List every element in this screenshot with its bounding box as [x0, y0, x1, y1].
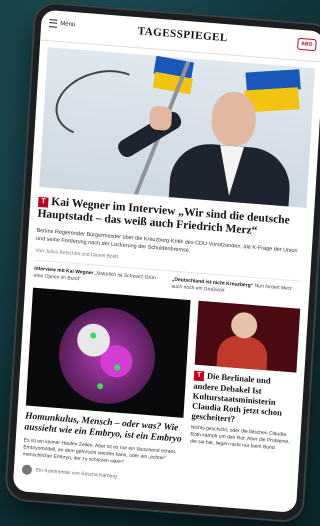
embryo-shape [56, 304, 158, 408]
related-link[interactable]: „Deutschland ist nicht Kreuzberg“ Nun fo… [171, 277, 301, 301]
story-berlinale[interactable]: T Die Berlinale und andere Debakel Ist Ku… [187, 300, 301, 496]
avatar [21, 464, 33, 476]
tablet-device: Menü TAGESSPIEGEL ABO T Kai Wegner im Int… [4, 0, 320, 524]
plus-icon: T [37, 196, 49, 208]
related-link[interactable]: Interview mit Kai Wegner „Natürlich ist … [34, 266, 164, 290]
berlinale-photo [194, 300, 301, 373]
story-berlinale-headline-text: Die Berlinale und andere Debakel Ist Kul… [191, 370, 283, 424]
story-berlinale-teaser: Nichts geschickt, oder die falschen Clau… [189, 424, 290, 452]
author-text: Ein Kommentar von Sascha Karberg [35, 467, 118, 480]
site-logo[interactable]: TAGESSPIEGEL [41, 18, 320, 52]
story-berlinale-headline: T Die Berlinale und andere Debakel Ist Ku… [191, 370, 296, 429]
hand-shape [148, 105, 173, 132]
screen: Menü TAGESSPIEGEL ABO T Kai Wegner im Int… [12, 9, 320, 513]
abo-button[interactable]: ABO [296, 37, 317, 52]
story-embryo[interactable]: Homunkulus, Mensch – oder was? Wie aussi… [21, 287, 191, 487]
article-grid: Homunkulus, Mensch – oder was? Wie aussi… [21, 287, 301, 496]
jacket-shape [216, 334, 269, 373]
embryo-photo [25, 287, 191, 418]
lead-photo[interactable] [39, 47, 315, 208]
